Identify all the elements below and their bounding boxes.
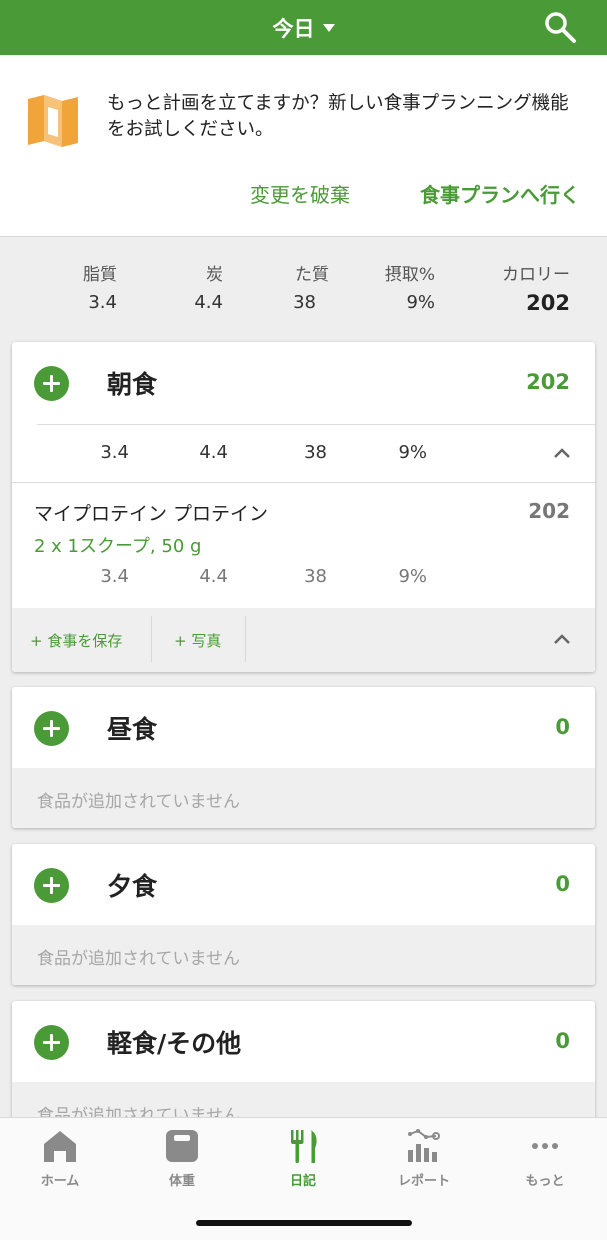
meal-calories: 0 bbox=[555, 872, 570, 896]
protein-header: た質 bbox=[295, 265, 329, 285]
fat-header: 脂質 bbox=[83, 265, 117, 285]
meal-fat: 3.4 bbox=[100, 442, 129, 463]
food-fat: 3.4 bbox=[100, 566, 129, 587]
empty-meal-placeholder: 食品が追加されていません bbox=[12, 925, 595, 985]
calories-header: カロリー bbox=[502, 265, 570, 285]
top-app-bar: 今日 bbox=[0, 0, 607, 55]
folded-map-icon bbox=[28, 95, 78, 147]
food-intake-pct: 9% bbox=[398, 566, 427, 587]
empty-meal-placeholder: 食品が追加されていません bbox=[12, 768, 595, 828]
meal-calories: 202 bbox=[526, 370, 570, 394]
home-icon bbox=[44, 1131, 76, 1162]
tab-diary[interactable]: 日記 bbox=[253, 1128, 353, 1198]
meal-actions-bar: + 食事を保存 + 写真 bbox=[12, 608, 595, 672]
total-fat: 3.4 bbox=[88, 292, 117, 313]
home-indicator bbox=[196, 1220, 412, 1226]
divider bbox=[12, 482, 595, 483]
meal-title: 朝食 bbox=[107, 370, 158, 399]
meal-title: 昼食 bbox=[107, 715, 158, 744]
meal-intake-pct: 9% bbox=[398, 442, 427, 463]
divider bbox=[151, 616, 152, 662]
meal-planning-promo: もっと計画を立てますか？新しい食事プランニング機能をお試しください。 変更を破棄… bbox=[0, 55, 607, 237]
divider bbox=[245, 616, 246, 662]
date-selector[interactable]: 今日 bbox=[0, 0, 607, 55]
meal-carbs: 4.4 bbox=[199, 442, 228, 463]
go-to-meal-plan-button[interactable]: 食事プランへ行く bbox=[420, 179, 580, 208]
total-intake-pct: 9% bbox=[406, 292, 435, 313]
chevron-up-icon[interactable] bbox=[553, 630, 571, 648]
divider bbox=[37, 424, 595, 425]
total-calories: 202 bbox=[526, 291, 570, 315]
tab-home[interactable]: ホーム bbox=[10, 1128, 110, 1198]
food-calories: 202 bbox=[528, 499, 570, 523]
save-meal-button[interactable]: + 食事を保存 bbox=[30, 630, 122, 651]
promo-message: もっと計画を立てますか？新しい食事プランニング機能をお試しください。 bbox=[107, 93, 569, 140]
intake-pct-header: 摂取% bbox=[384, 265, 435, 285]
daily-totals: 脂質 炭 た質 摂取% カロリー 3.4 4.4 38 9% 202 bbox=[0, 237, 607, 340]
food-protein: 38 bbox=[304, 566, 327, 587]
scale-icon bbox=[166, 1130, 198, 1162]
meal-title: 夕食 bbox=[107, 872, 158, 901]
tab-label: もっと bbox=[525, 1174, 565, 1189]
meal-card-dinner: 夕食 0 食品が追加されていません bbox=[12, 844, 595, 985]
tab-label: ホーム bbox=[40, 1174, 80, 1189]
tab-label: レポート bbox=[397, 1174, 450, 1189]
chevron-up-icon[interactable] bbox=[553, 444, 571, 462]
add-food-dinner-icon[interactable] bbox=[34, 868, 69, 903]
tab-weight[interactable]: 体重 bbox=[132, 1128, 232, 1198]
food-serving: 2 x 1スクープ, 50 g bbox=[34, 536, 202, 557]
caret-down-icon bbox=[322, 23, 335, 32]
food-name: マイプロテイン プロテイン bbox=[34, 503, 269, 525]
empty-meal-text: 食品が追加されていません bbox=[37, 949, 240, 969]
meal-card-breakfast: 朝食 202 3.4 4.4 38 9% マイプロテイン プロテイン 202 2… bbox=[12, 342, 595, 672]
search-icon[interactable] bbox=[543, 10, 577, 44]
meal-calories: 0 bbox=[555, 1029, 570, 1053]
discard-changes-button[interactable]: 変更を破棄 bbox=[250, 179, 350, 208]
meal-calories: 0 bbox=[555, 715, 570, 739]
more-dots-icon bbox=[532, 1143, 558, 1149]
meal-title: 軽食/その他 bbox=[107, 1029, 242, 1058]
tab-label: 体重 bbox=[168, 1174, 195, 1189]
total-carbs: 4.4 bbox=[194, 292, 223, 313]
add-food-snacks-icon[interactable] bbox=[34, 1025, 69, 1060]
date-title: 今日 bbox=[272, 16, 315, 41]
tab-more[interactable]: もっと bbox=[495, 1128, 595, 1198]
total-protein: 38 bbox=[293, 292, 316, 313]
meal-card-lunch: 昼食 0 食品が追加されていません bbox=[12, 687, 595, 828]
add-food-lunch-icon[interactable] bbox=[34, 711, 69, 746]
fork-knife-icon bbox=[291, 1130, 317, 1163]
tab-label: 日記 bbox=[289, 1174, 316, 1189]
add-food-breakfast-icon[interactable] bbox=[34, 366, 69, 401]
carbs-header: 炭 bbox=[206, 265, 223, 285]
report-chart-icon bbox=[408, 1129, 440, 1162]
food-carbs: 4.4 bbox=[199, 566, 228, 587]
empty-meal-text: 食品が追加されていません bbox=[37, 792, 240, 812]
meal-protein: 38 bbox=[304, 442, 327, 463]
add-photo-button[interactable]: + 写真 bbox=[174, 630, 221, 651]
tab-reports[interactable]: レポート bbox=[374, 1128, 474, 1198]
